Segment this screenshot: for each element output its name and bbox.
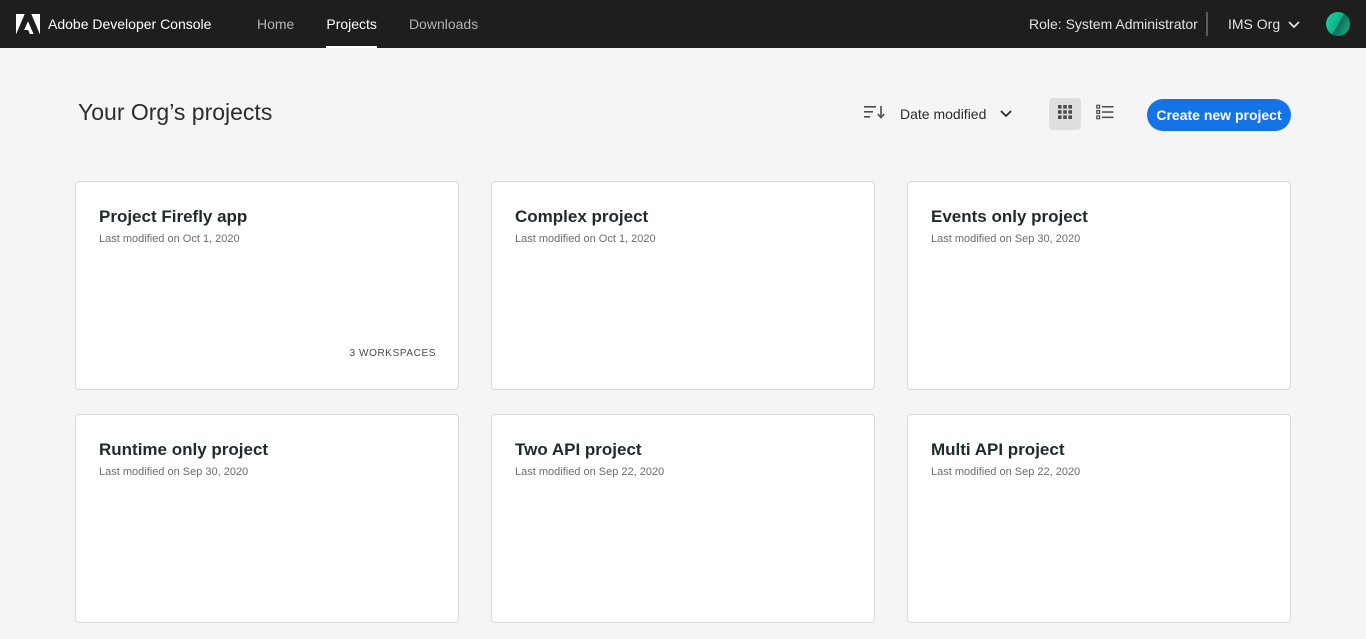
- workspaces-count: 3 WORKSPACES: [349, 348, 436, 359]
- last-modified: Last modified on Sep 30, 2020: [99, 466, 249, 478]
- project-title: Complex project: [515, 207, 649, 226]
- nav-home[interactable]: Home: [257, 0, 294, 48]
- chevron-down-icon: [1280, 16, 1300, 32]
- brand[interactable]: Adobe Developer Console: [16, 0, 211, 48]
- create-new-project-button[interactable]: Create new project: [1147, 99, 1291, 131]
- project-title: Project Firefly app: [99, 207, 248, 226]
- brand-name: Adobe Developer Console: [48, 16, 212, 32]
- last-modified: Last modified on Sep 22, 2020: [515, 466, 665, 478]
- chevron-down-icon: [1000, 105, 1012, 123]
- org-switcher[interactable]: IMS Org: [1228, 0, 1300, 48]
- project-card[interactable]: Multi API project Last modified on Sep 2…: [907, 414, 1291, 623]
- project-card[interactable]: Two API project Last modified on Sep 22,…: [491, 414, 875, 623]
- last-modified: Last modified on Sep 22, 2020: [931, 466, 1081, 478]
- last-modified: Last modified on Sep 30, 2020: [931, 233, 1081, 245]
- project-title: Runtime only project: [99, 440, 269, 459]
- last-modified: Last modified on Oct 1, 2020: [515, 233, 656, 245]
- user-role: Role: System Administrator: [1029, 16, 1198, 32]
- project-card[interactable]: Project Firefly app Last modified on Oct…: [75, 181, 459, 390]
- page-title: Your Org’s projects: [78, 99, 273, 125]
- project-title: Events only project: [931, 207, 1088, 226]
- main-nav: Home Projects Downloads: [257, 0, 510, 48]
- last-modified: Last modified on Oct 1, 2020: [99, 233, 240, 245]
- sort-label: Date modified: [900, 106, 987, 122]
- list-view-icon: [1096, 104, 1114, 125]
- sort-dropdown[interactable]: Date modified: [864, 100, 1012, 128]
- project-card[interactable]: Runtime only project Last modified on Se…: [75, 414, 459, 623]
- grid-view-icon: [1057, 104, 1073, 125]
- nav-downloads[interactable]: Downloads: [409, 0, 478, 48]
- org-name: IMS Org: [1228, 16, 1281, 32]
- header-divider: [1206, 12, 1208, 36]
- project-card[interactable]: Complex project Last modified on Oct 1, …: [491, 181, 875, 390]
- adobe-logo-icon: [16, 14, 40, 34]
- project-title: Multi API project: [931, 440, 1065, 459]
- sort-icon: [864, 105, 886, 124]
- project-card[interactable]: Events only project Last modified on Sep…: [907, 181, 1291, 390]
- avatar[interactable]: [1326, 12, 1350, 36]
- list-view-button[interactable]: [1089, 98, 1121, 130]
- top-navigation-bar: Adobe Developer Console Home Projects Do…: [0, 0, 1366, 48]
- project-title: Two API project: [515, 440, 642, 459]
- nav-projects[interactable]: Projects: [326, 0, 377, 48]
- grid-view-button[interactable]: [1049, 98, 1081, 130]
